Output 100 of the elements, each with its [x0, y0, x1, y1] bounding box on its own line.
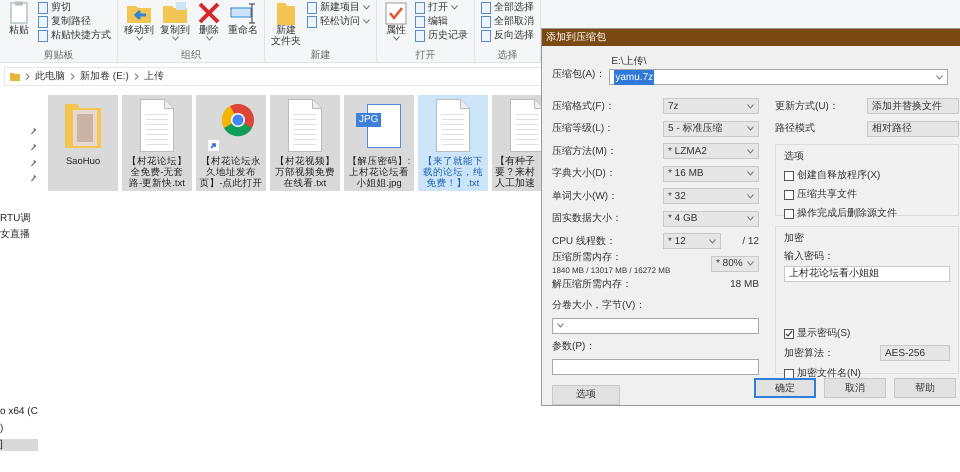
ribbon-button[interactable]: 剪切: [38, 1, 111, 14]
dropdown[interactable]: * 16 MB: [663, 166, 759, 182]
document-icon: [38, 30, 48, 42]
path-text: E:\上传\: [611, 54, 648, 69]
chevron-icon: [25, 73, 30, 80]
checkbox[interactable]: 操作完成后删除源文件: [784, 206, 897, 221]
file-tile[interactable]: SaoHuo: [48, 95, 118, 191]
breadcrumb-item[interactable]: 此电脑: [35, 69, 65, 84]
group-label: 新建: [310, 50, 332, 62]
text-file-icon: [140, 99, 174, 152]
dialog-button[interactable]: 取消: [824, 378, 886, 398]
checkbox[interactable]: 创建自释放程序(X): [784, 168, 880, 183]
file-name: 【来了就能下载的论坛，纯免费！】.txt: [422, 156, 484, 189]
group-title: 选项: [784, 150, 805, 164]
file-tile[interactable]: 【来了就能下载的论坛，纯免费！】.txt: [418, 95, 488, 191]
ribbon-button[interactable]: 打开: [415, 1, 468, 14]
field-label: 压缩所需内存：: [552, 250, 623, 265]
ribbon-button[interactable]: 粘贴: [6, 1, 32, 36]
ribbon-button[interactable]: 粘贴快捷方式: [38, 29, 111, 42]
chevron-icon: [70, 73, 75, 80]
caret-icon: [557, 323, 564, 328]
caret-icon: [747, 126, 754, 132]
memory-detail: 1840 MB / 13017 MB / 16272 MB: [552, 265, 670, 277]
text-file-icon: [436, 99, 470, 152]
dropdown[interactable]: * 12: [663, 233, 721, 250]
dropdown[interactable]: AES-256: [880, 345, 950, 361]
rename-icon: [230, 1, 256, 25]
ribbon-button[interactable]: 历史记录: [415, 29, 468, 42]
pin-icon: [30, 174, 37, 182]
ribbon-button[interactable]: 全部选择: [481, 1, 534, 14]
ribbon-button[interactable]: 移动到: [124, 1, 154, 41]
file-tile[interactable]: 【村花论坛永久地址发布页】-点此打开: [196, 95, 266, 191]
file-type-badge: JPG: [356, 113, 382, 127]
nav-item[interactable]: 女直播: [0, 229, 30, 241]
file-name: 【村花论坛】全免费-无套路-更新快.txt: [126, 156, 188, 189]
group-label: 组织: [180, 50, 202, 62]
file-name: 【村花论坛永久地址发布页】-点此打开: [198, 156, 264, 189]
ribbon-button[interactable]: 新建项目: [307, 1, 370, 14]
archive-name-combo[interactable]: yamu.7z: [609, 69, 948, 85]
document-icon: [415, 30, 425, 42]
dropdown[interactable]: [552, 318, 759, 334]
nav-item[interactable]: ): [0, 423, 4, 435]
ribbon-button[interactable]: 全部取消: [481, 15, 534, 28]
memory-value: 18 MB: [730, 278, 759, 292]
file-tile[interactable]: 【村花论坛】全免费-无套路-更新快.txt: [122, 95, 192, 191]
password-field[interactable]: 上村花论坛看小姐姐: [784, 266, 950, 282]
dropdown[interactable]: 添加并替换文件: [867, 98, 959, 114]
ribbon-button[interactable]: 新建 文件夹: [271, 1, 301, 47]
checkbox[interactable]: 加密文件名(N): [784, 366, 861, 381]
nav-item[interactable]: RTU调: [0, 213, 30, 225]
nav-item[interactable]: o x64 (C: [0, 406, 38, 418]
dropdown[interactable]: 7z: [663, 98, 759, 114]
field-label: 压缩格式(F)：: [552, 100, 616, 114]
options-button[interactable]: 选项: [552, 384, 620, 404]
dialog-button[interactable]: 帮助: [894, 378, 956, 398]
dropdown[interactable]: 相对路径: [867, 120, 959, 137]
dropdown[interactable]: * 80%: [711, 256, 759, 272]
document-icon: [481, 16, 491, 28]
dialog-button[interactable]: 确定: [754, 378, 816, 398]
pin-icon: [30, 159, 37, 167]
ribbon-button[interactable]: 编辑: [415, 15, 468, 28]
field-label: 压缩方法(M)：: [552, 144, 618, 159]
input-field[interactable]: [552, 358, 759, 374]
browser-shortcut-icon: [208, 102, 254, 152]
chevron-icon: [134, 73, 139, 80]
caret-icon: [747, 148, 754, 154]
file-tile[interactable]: 【村花视频】万部视频免费在线看.txt: [270, 95, 340, 191]
field-label: 解压缩所需内存：: [552, 278, 632, 292]
dropdown[interactable]: * LZMA2: [663, 143, 759, 160]
caret-icon: [747, 216, 754, 222]
document-icon: [481, 30, 491, 42]
caret-icon: [747, 171, 754, 176]
file-name: 【解压密码】:上村花论坛看小姐姐.jpg: [346, 156, 412, 189]
file-tile[interactable]: 【有种子要？来村人工加速: [492, 95, 541, 191]
caret-icon: [747, 261, 754, 266]
file-tile[interactable]: JPG 【解压密码】:上村花论坛看小姐姐.jpg: [344, 95, 414, 191]
caret-icon: [747, 194, 754, 199]
ribbon-button[interactable]: 属性: [383, 1, 409, 41]
ribbon-button[interactable]: 删除: [196, 1, 222, 41]
ribbon-button[interactable]: 复制路径: [38, 15, 111, 28]
group-title: 加密: [784, 232, 805, 246]
pin-icon: [30, 143, 37, 151]
ribbon-button[interactable]: 反向选择: [481, 29, 534, 42]
dropdown[interactable]: * 4 GB: [663, 210, 759, 227]
dropdown[interactable]: * 32: [663, 188, 759, 204]
caret-icon: [936, 74, 943, 80]
ribbon-button[interactable]: 复制到: [160, 1, 190, 41]
dropdown[interactable]: 5 - 标准压缩: [663, 120, 759, 137]
checkbox[interactable]: 显示密码(S): [784, 326, 850, 341]
field-label: 单词大小(W)：: [552, 190, 620, 204]
ribbon-button[interactable]: 轻松访问: [307, 15, 370, 28]
field-label: 压缩等级(L)：: [552, 122, 616, 136]
checkbox[interactable]: 压缩共享文件: [784, 187, 857, 202]
nav-item[interactable]: ]: [0, 439, 38, 451]
delete-icon: [196, 1, 222, 25]
ribbon-button[interactable]: 重命名: [228, 1, 258, 36]
group-label: 打开: [414, 50, 436, 62]
breadcrumb-item[interactable]: 上传: [144, 69, 164, 84]
breadcrumb-item[interactable]: 新加卷 (E:): [80, 69, 129, 84]
checkmark-icon: [785, 330, 793, 338]
